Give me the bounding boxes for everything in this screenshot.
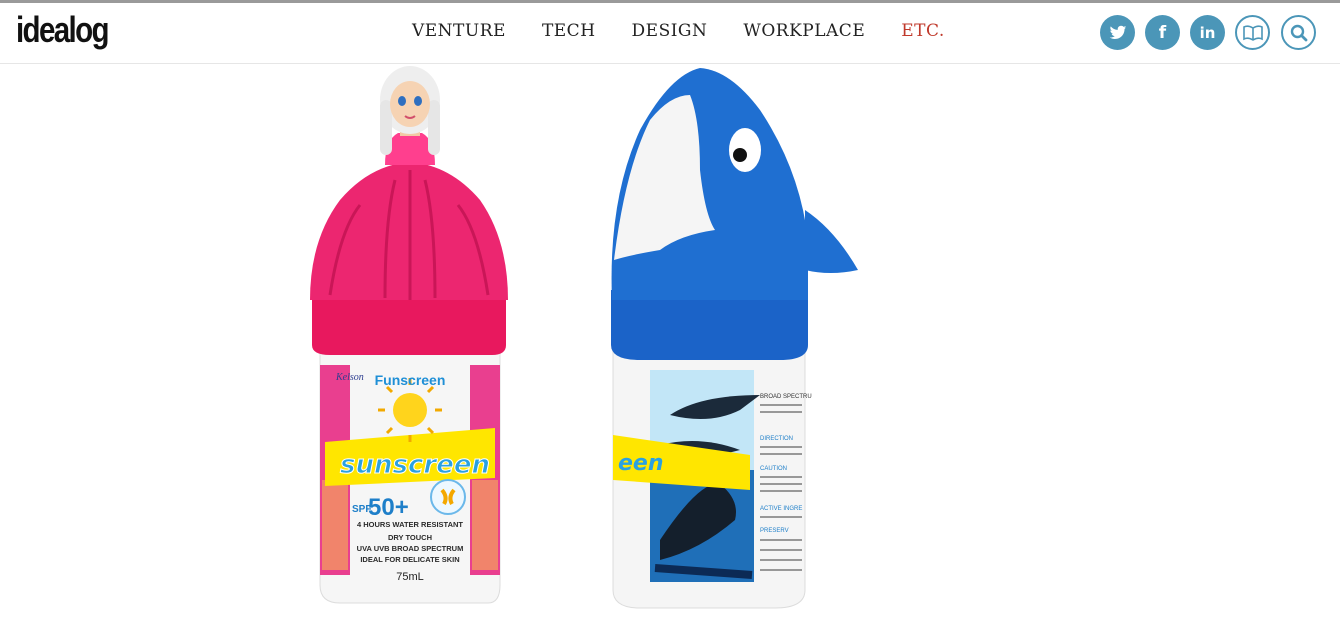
feature-1: 4 HOURS WATER RESISTANT — [357, 520, 463, 529]
linkedin-icon: in — [1199, 23, 1216, 42]
site-logo[interactable]: idealog — [16, 9, 110, 51]
nav-item-venture[interactable]: VENTURE — [412, 21, 506, 41]
site-header: idealog VENTURE TECH DESIGN WORKPLACE ET… — [0, 3, 1340, 64]
twitter-icon — [1109, 25, 1126, 39]
princess-sunscreen-bottle: Funscreen Kelson sunscreen SPF 50+ 4 HOU… — [310, 66, 508, 604]
main-nav: VENTURE TECH DESIGN WORKPLACE ETC. — [412, 21, 981, 41]
nav-item-design[interactable]: DESIGN — [632, 21, 708, 41]
label-text-preserv: PRESERV — [760, 528, 789, 534]
sun-icon — [393, 393, 427, 427]
product-name-fragment: een — [618, 451, 664, 476]
label-text-direction: DIRECTION — [760, 436, 793, 442]
linkedin-button[interactable]: in — [1190, 15, 1225, 50]
shark-eye — [729, 128, 761, 172]
feature-4: IDEAL FOR DELICATE SKIN — [360, 555, 459, 564]
paraben-free-badge — [430, 479, 466, 515]
label-text-broad-spectrum: BROAD SPECTRU — [760, 394, 812, 400]
nav-item-etc[interactable]: ETC. — [901, 21, 945, 41]
article-image: Funscreen Kelson sunscreen SPF 50+ 4 HOU… — [0, 64, 1340, 638]
product-name-text: sunscreen — [340, 450, 490, 480]
facebook-button[interactable]: f — [1145, 15, 1180, 50]
magazine-button[interactable] — [1235, 15, 1270, 50]
nav-item-workplace[interactable]: WORKPLACE — [743, 21, 865, 41]
brand-text: Funscreen — [375, 372, 446, 388]
shark-sunscreen-bottle: een BROAD SPECTRU DIRECTION CAUTION ACTI… — [611, 68, 858, 609]
search-icon — [1290, 24, 1307, 41]
feature-2: DRY TOUCH — [388, 533, 432, 542]
volume-text: 75mL — [396, 571, 424, 583]
label-text-caution: CAUTION — [760, 466, 787, 472]
feature-3: UVA UVB BROAD SPECTRUM — [357, 544, 464, 553]
product-photo: Funscreen Kelson sunscreen SPF 50+ 4 HOU… — [310, 66, 858, 609]
search-button[interactable] — [1281, 15, 1316, 50]
label-text-active: ACTIVE INGRE — [760, 506, 802, 512]
maker-text: Kelson — [335, 372, 364, 383]
twitter-button[interactable] — [1100, 15, 1135, 50]
nav-item-tech[interactable]: TECH — [542, 21, 596, 41]
magazine-icon — [1242, 24, 1263, 41]
facebook-icon: f — [1158, 22, 1167, 43]
spf-value: 50+ — [368, 494, 409, 521]
